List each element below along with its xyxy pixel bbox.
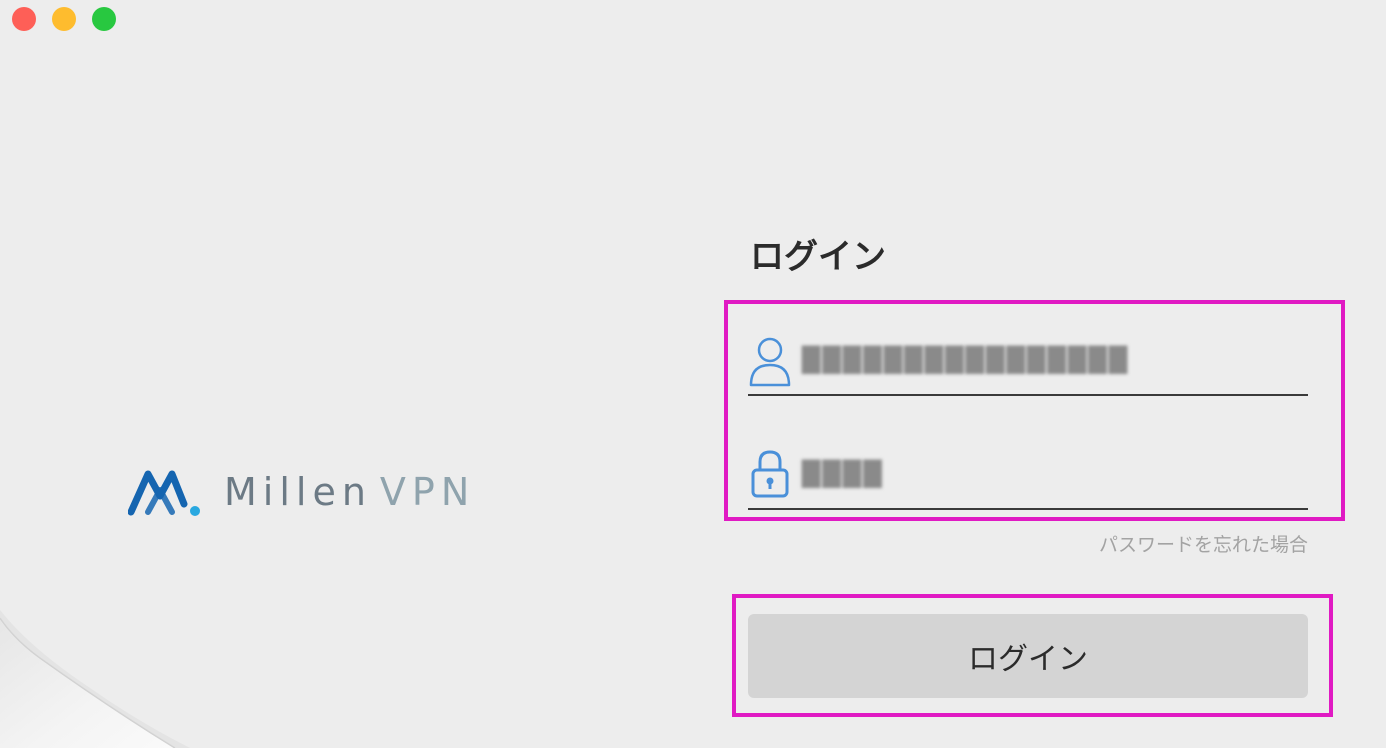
app-window: Millen VPN ログイン ████████████████ ████ パスワ… [0, 0, 1386, 748]
password-field[interactable]: ████ [748, 440, 1308, 510]
username-field[interactable]: ████████████████ [748, 326, 1308, 396]
logo-vpn: VPN [379, 470, 476, 514]
millen-vpn-logo: Millen VPN [128, 464, 475, 520]
username-value: ████████████████ [802, 346, 1130, 374]
forgot-password-link[interactable]: パスワードを忘れた場合 [1099, 530, 1308, 557]
minimize-window-button[interactable] [52, 7, 76, 31]
logo-text: Millen VPN [224, 473, 475, 511]
close-window-button[interactable] [12, 7, 36, 31]
login-title: ログイン [750, 237, 886, 277]
millen-mountain-logo-icon [128, 470, 200, 516]
login-button[interactable]: ログイン [748, 614, 1308, 698]
logo-name: Millen [224, 470, 372, 514]
lock-icon [751, 450, 789, 498]
maximize-window-button[interactable] [92, 7, 116, 31]
page-curl-decoration [0, 610, 190, 748]
user-icon [749, 337, 791, 387]
window-controls [12, 7, 116, 31]
password-value: ████ [802, 460, 884, 488]
